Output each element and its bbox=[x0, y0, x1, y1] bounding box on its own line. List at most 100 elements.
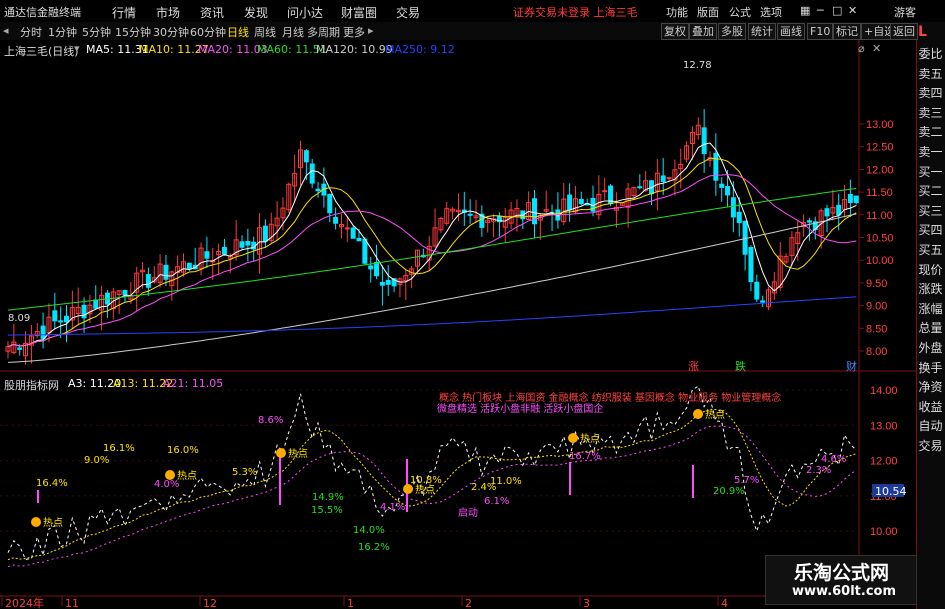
side-item-8[interactable]: 买三 bbox=[916, 202, 945, 219]
side-item-17[interactable]: 净资 bbox=[916, 378, 945, 395]
hot-point-label: 热点 bbox=[580, 432, 600, 445]
multi-stock-button[interactable]: 多股 bbox=[718, 23, 746, 40]
candle-body bbox=[368, 265, 374, 270]
login-warning[interactable]: 证券交易未登录 上海三毛 bbox=[513, 4, 638, 20]
back-arrow-icon[interactable]: ◂ bbox=[3, 24, 9, 37]
start-label: 启动 bbox=[458, 506, 478, 519]
tab-period-weekly[interactable]: 周线 bbox=[254, 24, 276, 40]
tab-period-5min[interactable]: 5分钟 bbox=[82, 24, 111, 40]
menu-ask[interactable]: 问小达 bbox=[287, 4, 323, 21]
menu-quotes[interactable]: 行情 bbox=[112, 4, 136, 21]
side-item-10[interactable]: 买五 bbox=[916, 241, 945, 258]
candle-body bbox=[385, 279, 391, 285]
menu-discover[interactable]: 发现 bbox=[244, 4, 268, 21]
grid-icon[interactable]: ▦ bbox=[800, 4, 810, 17]
pct-label: 6.1% bbox=[484, 496, 509, 507]
close-icon[interactable]: ✕ bbox=[848, 4, 857, 17]
side-item-20[interactable]: 交易 bbox=[916, 437, 945, 454]
tab-period-15min[interactable]: 15分钟 bbox=[115, 24, 151, 40]
draw-line-button[interactable]: 画线 bbox=[777, 23, 805, 40]
candle-body bbox=[719, 183, 725, 188]
maximize-icon[interactable]: □ bbox=[832, 4, 842, 17]
price-tick-label: 12.50 bbox=[866, 142, 894, 154]
adjust-button[interactable]: 复权 bbox=[661, 23, 689, 40]
menu-news[interactable]: 资讯 bbox=[200, 4, 224, 21]
marker-fall: 跌 bbox=[735, 359, 746, 373]
watermark-url: www.60lt.com bbox=[792, 584, 897, 599]
indicator-tick-label: 14.00 bbox=[870, 385, 898, 397]
menu-options[interactable]: 选项 bbox=[760, 4, 782, 20]
hot-point-label: 热点 bbox=[705, 408, 725, 421]
side-item-19[interactable]: 自动 bbox=[916, 417, 945, 434]
menu-formula[interactable]: 公式 bbox=[729, 4, 751, 20]
side-item-1[interactable]: 卖五 bbox=[916, 65, 945, 82]
candle-body bbox=[725, 186, 731, 196]
side-item-6[interactable]: 买一 bbox=[916, 163, 945, 180]
stats-button[interactable]: 统计 bbox=[748, 23, 776, 40]
pct-label: 8.6% bbox=[258, 415, 283, 426]
candle-body bbox=[262, 225, 268, 242]
tab-period-daily[interactable]: 日线 bbox=[227, 24, 249, 40]
side-item-18[interactable]: 收益 bbox=[916, 398, 945, 415]
candle-body bbox=[52, 310, 58, 322]
side-item-16[interactable]: 换手 bbox=[916, 359, 945, 376]
menu-trade[interactable]: 交易 bbox=[396, 4, 420, 21]
hot-point-icon bbox=[165, 470, 175, 480]
menu-wealth[interactable]: 财富圈 bbox=[341, 4, 377, 21]
guest-label[interactable]: 游客 bbox=[894, 4, 916, 20]
date-tick-label: 2024年 bbox=[5, 596, 44, 609]
price-tick-label: 8.00 bbox=[866, 346, 887, 358]
date-tick-label: 12 bbox=[203, 597, 217, 609]
candle-body bbox=[374, 262, 380, 277]
side-item-13[interactable]: 涨幅 bbox=[916, 300, 945, 317]
tab-period-60min[interactable]: 60分钟 bbox=[190, 24, 226, 40]
menu-function[interactable]: 功能 bbox=[666, 4, 688, 20]
side-item-11[interactable]: 现价 bbox=[916, 261, 945, 278]
tab-period-more[interactable]: 更多 bbox=[343, 24, 365, 40]
tab-period-30min[interactable]: 30分钟 bbox=[153, 24, 189, 40]
return-button[interactable]: 返回 bbox=[890, 23, 918, 40]
side-item-15[interactable]: 外盘 bbox=[916, 339, 945, 356]
side-item-12[interactable]: 涨跌 bbox=[916, 280, 945, 297]
side-item-7[interactable]: 买二 bbox=[916, 182, 945, 199]
low-price-label: 8.09 bbox=[8, 313, 30, 324]
f10-button[interactable]: F10 bbox=[807, 23, 834, 40]
more-arrow-icon[interactable]: ▸ bbox=[368, 24, 374, 37]
candle-body bbox=[333, 216, 339, 224]
marker-finance: 财 bbox=[846, 359, 857, 373]
hot-point-icon bbox=[403, 484, 413, 494]
hot-point-icon bbox=[31, 517, 41, 527]
settings-icon[interactable]: ⌀ bbox=[858, 42, 865, 55]
side-item-4[interactable]: 卖二 bbox=[916, 123, 945, 140]
side-item-0[interactable]: 委比 bbox=[916, 45, 945, 62]
indicator-tick-label: 12.00 bbox=[870, 456, 898, 468]
side-item-14[interactable]: 总量 bbox=[916, 319, 945, 336]
side-item-3[interactable]: 卖三 bbox=[916, 104, 945, 121]
overlay-button[interactable]: 叠加 bbox=[689, 23, 717, 40]
hot-point-label: 热点 bbox=[288, 447, 308, 460]
candle-body bbox=[701, 127, 707, 154]
side-item-5[interactable]: 卖一 bbox=[916, 143, 945, 160]
pct-label: 2.3% bbox=[806, 465, 831, 476]
high-price-label: 12.78 bbox=[683, 60, 712, 71]
chart-close-icon[interactable]: ✕ bbox=[872, 42, 881, 55]
mark-button[interactable]: 标记 bbox=[833, 23, 861, 40]
menu-market[interactable]: 市场 bbox=[156, 4, 180, 21]
candle-body bbox=[17, 347, 23, 350]
side-item-9[interactable]: 买四 bbox=[916, 221, 945, 238]
candle-body bbox=[239, 241, 245, 248]
side-item-2[interactable]: 卖四 bbox=[916, 84, 945, 101]
pct-label: 16.2% bbox=[358, 542, 390, 553]
date-tick-label: 2 bbox=[465, 597, 472, 609]
minimize-icon[interactable]: ─ bbox=[817, 4, 824, 17]
hot-point-icon bbox=[693, 409, 703, 419]
tab-period-minute[interactable]: 分时 bbox=[20, 24, 42, 40]
dropdown-icon[interactable]: ▾ bbox=[74, 42, 80, 55]
tab-period-1min[interactable]: 1分钟 bbox=[48, 24, 77, 40]
candle-body bbox=[122, 289, 128, 296]
tab-period-monthly[interactable]: 月线 bbox=[282, 24, 304, 40]
tab-period-multi[interactable]: 多周期 bbox=[307, 24, 340, 40]
chart-area[interactable]: 13.00 12.50 12.00 11.50 11.00 10.50 10.00 9.50 9… bbox=[0, 40, 916, 609]
candle-body bbox=[93, 299, 99, 309]
menu-layout[interactable]: 版面 bbox=[697, 4, 719, 20]
